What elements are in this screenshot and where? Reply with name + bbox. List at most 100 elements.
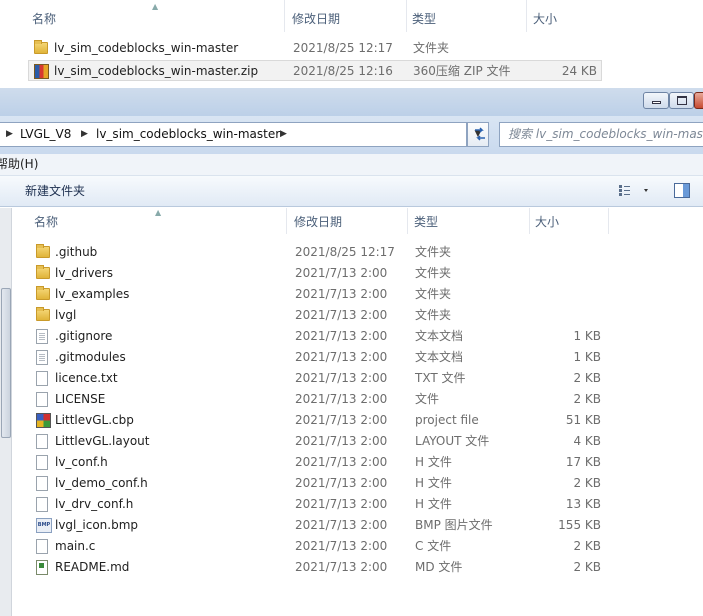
breadcrumb-item[interactable]: lv_sim_codeblocks_win-master [96,123,280,146]
file-row[interactable]: LICENSE 2021/7/13 2:00 文件 2 KB [0,389,610,410]
column-header-type[interactable]: 类型 [414,211,438,233]
file-date: 2021/7/13 2:00 [295,413,388,427]
minimize-button[interactable] [643,92,669,109]
sort-ascending-icon: ▲ [152,2,159,11]
file-name: lv_sim_codeblocks_win-master.zip [54,64,259,78]
file-list-view[interactable]: ▲ 名称 修改日期 类型 大小 .github 2021/8/25 12:17 文件… [0,208,703,616]
new-folder-button[interactable]: 新建文件夹 [25,176,85,206]
file-date: 2021/7/13 2:00 [295,371,388,385]
column-divider [286,208,287,234]
file-type: MD 文件 [415,560,463,574]
file-name: lv_examples [55,287,130,301]
file-row[interactable]: lvgl 2021/7/13 2:00 文件夹 [0,305,610,326]
file-size: 51 KB [565,413,601,427]
column-header-type[interactable]: 类型 [412,8,436,30]
scrollbar-thumb[interactable] [1,288,11,438]
file-type: project file [415,413,479,427]
close-button[interactable] [694,92,703,109]
search-input[interactable]: 搜索 lv_sim_codeblocks_win-master [499,122,703,147]
column-header-size[interactable]: 大小 [533,8,557,30]
text-document-icon [36,350,48,365]
file-row[interactable]: lv_drv_conf.h 2021/7/13 2:00 H 文件 13 KB [0,494,610,515]
file-row[interactable]: LittlevGL.cbp 2021/7/13 2:00 project file 5… [0,410,610,431]
breadcrumb-item[interactable]: LVGL_V8 [20,123,71,146]
column-divider [529,208,530,234]
menu-help[interactable]: 帮助(H) [0,154,38,175]
document-icon [36,539,48,554]
file-row[interactable]: lv_examples 2021/7/13 2:00 文件夹 [0,284,610,305]
file-size: 2 KB [573,392,601,406]
folder-icon [36,307,50,321]
folder-icon [34,40,48,54]
sort-ascending-icon: ▲ [155,208,162,217]
file-type: C 文件 [415,539,452,553]
file-row-selected[interactable]: lv_sim_codeblocks_win-master.zip 2021/8/… [28,60,602,81]
file-name: lv_demo_conf.h [55,476,148,490]
file-type: 360压缩 ZIP 文件 [413,64,511,78]
document-icon [36,371,48,386]
file-date: 2021/7/13 2:00 [295,455,388,469]
command-toolbar: 新建文件夹 [0,176,703,207]
view-options-button[interactable] [618,184,652,198]
preview-pane-button[interactable] [674,183,690,198]
file-size: 2 KB [573,476,601,490]
file-row[interactable]: .github 2021/8/25 12:17 文件夹 [0,242,610,263]
column-header-name[interactable]: 名称 [34,211,58,233]
file-name: .gitmodules [55,350,126,364]
file-row[interactable]: lv_demo_conf.h 2021/7/13 2:00 H 文件 2 KB [0,473,610,494]
file-name: LICENSE [55,392,106,406]
file-size: 4 KB [573,434,601,448]
chevron-right-icon[interactable]: ▶ [6,123,13,146]
column-divider [407,208,408,234]
document-icon [36,455,48,470]
file-row[interactable]: LittlevGL.layout 2021/7/13 2:00 LAYOUT 文件 4… [0,431,610,452]
text-document-icon [36,329,48,344]
column-header-size[interactable]: 大小 [535,211,559,233]
file-row[interactable]: lv_drivers 2021/7/13 2:00 文件夹 [0,263,610,284]
chevron-right-icon[interactable]: ▶ [81,123,88,146]
file-row[interactable]: BMP lvgl_icon.bmp 2021/7/13 2:00 BMP 图片文件 15… [0,515,610,536]
restore-icon [677,96,687,105]
navigation-pane-scrollbar[interactable] [0,208,12,616]
maximize-button[interactable] [669,92,694,109]
column-header-date[interactable]: 修改日期 [294,211,342,233]
chevron-right-icon[interactable]: ▶ [280,123,287,146]
file-date: 2021/7/13 2:00 [295,476,388,490]
file-row[interactable]: lv_sim_codeblocks_win-master 2021/8/25 1… [0,38,703,59]
title-bar[interactable] [0,88,703,116]
file-date: 2021/7/13 2:00 [295,266,388,280]
file-name: .gitignore [55,329,113,343]
column-divider [608,208,609,234]
file-size: 2 KB [573,560,601,574]
column-divider [526,0,527,32]
file-name: lv_drv_conf.h [55,497,134,511]
file-name: lv_drivers [55,266,113,280]
file-date: 2021/7/13 2:00 [295,287,388,301]
file-date: 2021/7/13 2:00 [295,392,388,406]
file-row[interactable]: main.c 2021/7/13 2:00 C 文件 2 KB [0,536,610,557]
file-row[interactable]: .gitmodules 2021/7/13 2:00 文本文档 1 KB [0,347,610,368]
file-size: 2 KB [573,539,601,553]
column-header-name[interactable]: 名称 [32,8,56,30]
file-date: 2021/8/25 12:17 [295,245,395,259]
explorer-window: ▶ LVGL_V8 ▶ lv_sim_codeblocks_win-master… [0,88,703,616]
folder-icon [36,265,50,279]
file-name: lvgl_icon.bmp [55,518,139,532]
file-type: H 文件 [415,497,452,511]
address-bar[interactable]: ▶ LVGL_V8 ▶ lv_sim_codeblocks_win-master… [0,122,467,147]
file-size: 24 KB [561,64,597,78]
file-size: 1 KB [573,329,601,343]
file-name: main.c [55,539,96,553]
file-row[interactable]: lv_conf.h 2021/7/13 2:00 H 文件 17 KB [0,452,610,473]
file-row[interactable]: licence.txt 2021/7/13 2:00 TXT 文件 2 KB [0,368,610,389]
column-header-date[interactable]: 修改日期 [292,8,340,30]
file-date: 2021/7/13 2:00 [295,497,388,511]
background-explorer-window: ▲ 名称 修改日期 类型 大小 lv_sim_codeblocks_win-ma… [0,0,703,88]
file-row[interactable]: .gitignore 2021/7/13 2:00 文本文档 1 KB [0,326,610,347]
file-type: BMP 图片文件 [415,518,493,532]
file-date: 2021/7/13 2:00 [295,308,388,322]
file-date: 2021/7/13 2:00 [295,329,388,343]
file-type: 文件夹 [415,266,452,280]
file-row[interactable]: README.md 2021/7/13 2:00 MD 文件 2 KB [0,557,610,578]
refresh-button[interactable] [468,122,492,147]
